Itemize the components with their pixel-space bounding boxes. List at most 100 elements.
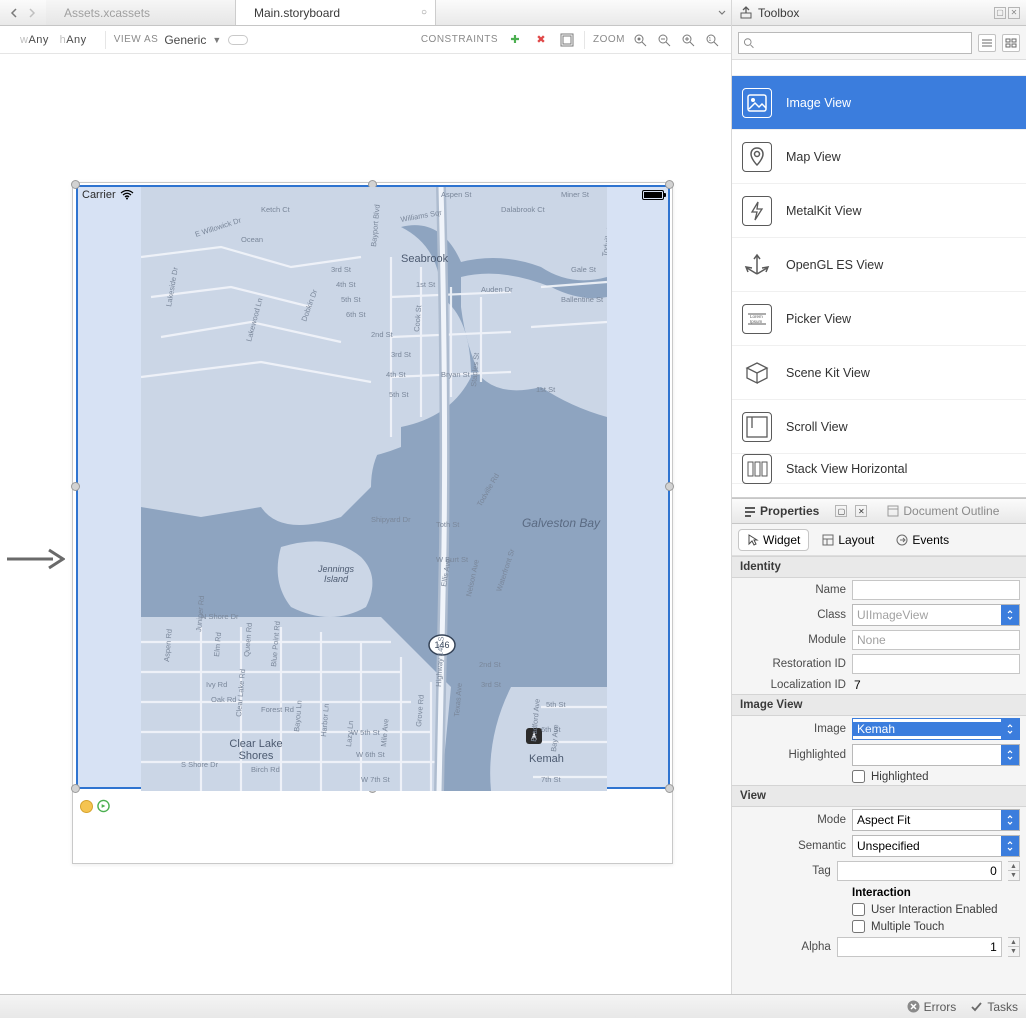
resize-handle[interactable] — [665, 482, 674, 491]
properties-tabs: Widget Layout Events — [732, 524, 1026, 556]
toolbox-item-label: MetalKit View — [786, 204, 862, 218]
resize-handle[interactable] — [71, 482, 80, 491]
toolbox-item-scenekit-view[interactable]: Scene Kit View — [732, 346, 1026, 400]
field-label: Module — [738, 634, 846, 646]
svg-text:5th St: 5th St — [389, 390, 410, 399]
svg-text:5th St: 5th St — [341, 295, 362, 304]
svg-text:Kemah: Kemah — [529, 753, 564, 765]
properties-header: Properties ▢ ✕ Document Outline — [732, 498, 1026, 524]
checkbox-label: Multiple Touch — [871, 921, 944, 933]
toolbox-item-picker-view[interactable]: LoremIpsum Picker View — [732, 292, 1026, 346]
scene-dock — [72, 790, 673, 822]
wifi-icon — [120, 190, 134, 200]
tag-input[interactable] — [837, 861, 1002, 881]
first-responder-icon[interactable] — [80, 800, 93, 813]
tab-events[interactable]: Events — [887, 529, 958, 551]
zoom-fit-icon[interactable] — [631, 31, 649, 49]
alpha-stepper[interactable]: ▲▼ — [1008, 937, 1020, 957]
tasks-button[interactable]: Tasks — [970, 1000, 1018, 1014]
toolbox-search[interactable] — [738, 32, 972, 54]
list-view-toggle[interactable] — [978, 34, 996, 52]
toolbox-item-stack-view-h[interactable]: Stack View Horizontal — [732, 454, 1026, 484]
tag-stepper[interactable]: ▲▼ — [1008, 861, 1020, 881]
svg-text:2nd St: 2nd St — [371, 330, 394, 339]
search-input[interactable] — [754, 36, 967, 50]
zoom-in-icon[interactable] — [679, 31, 697, 49]
alpha-input[interactable] — [837, 937, 1002, 957]
chevron-down-icon: ▼ — [212, 35, 221, 45]
document-outline-tab[interactable]: Document Outline — [881, 502, 1005, 520]
battery-icon — [642, 190, 664, 200]
initial-vc-arrow-icon — [5, 544, 65, 574]
editor-toolbar: wAny hAny VIEW AS Generic ▼ CONSTRAINTS … — [0, 26, 731, 54]
properties-body: Identity Name Class UIImageView Module — [732, 556, 1026, 994]
grid-view-toggle[interactable] — [1002, 34, 1020, 52]
identity-name-input[interactable] — [852, 580, 1020, 600]
svg-text:1st St: 1st St — [536, 385, 556, 394]
toolbox-item-label: Scene Kit View — [786, 366, 870, 380]
size-class-control[interactable]: wAny hAny — [10, 34, 97, 46]
section-view: View — [732, 785, 1026, 807]
multitouch-checkbox[interactable] — [852, 920, 865, 933]
svg-text:4th St: 4th St — [336, 280, 357, 289]
identity-module-input[interactable] — [852, 630, 1020, 650]
combo-arrow-icon[interactable] — [1001, 745, 1019, 765]
tab-widget[interactable]: Widget — [738, 529, 809, 551]
tab-overflow-button[interactable] — [713, 0, 731, 25]
toolbox-item-label: Picker View — [786, 312, 851, 326]
checkbox-label: User Interaction Enabled — [871, 904, 998, 916]
toolbox-item-label: Map View — [786, 150, 841, 164]
combo-arrow-icon[interactable] — [1001, 810, 1019, 830]
toolbox-item-map-view[interactable]: Map View — [732, 130, 1026, 184]
error-icon — [907, 1000, 920, 1013]
highlighted-checkbox[interactable] — [852, 770, 865, 783]
toolbox-item-metalkit-view[interactable]: MetalKit View — [732, 184, 1026, 238]
tab-close-icon[interactable]: ○ — [419, 8, 429, 18]
field-label: Name — [738, 584, 846, 596]
toolbox-item-partial[interactable] — [732, 60, 1026, 76]
combo-arrow-icon[interactable] — [1001, 605, 1019, 625]
nav-forward-button[interactable] — [24, 5, 40, 21]
identity-restoration-input[interactable] — [852, 654, 1020, 674]
image-combo[interactable]: Kemah — [852, 718, 1020, 740]
svg-text:Galveston Bay: Galveston Bay — [522, 516, 601, 530]
field-label: Mode — [738, 814, 846, 826]
embed-stack-icon[interactable] — [558, 31, 576, 49]
svg-text:4th St: 4th St — [386, 370, 407, 379]
toolbox-search-row — [732, 26, 1026, 60]
field-label: Class — [738, 609, 846, 621]
identity-class-combo[interactable]: UIImageView — [852, 604, 1020, 626]
semantic-combo[interactable]: Unspecified — [852, 835, 1020, 857]
combo-arrow-icon[interactable] — [1001, 719, 1019, 739]
image-view-selection[interactable]: Carrier — [76, 185, 670, 789]
toolbox-item-scroll-view[interactable]: Scroll View — [732, 400, 1026, 454]
trait-toggle[interactable] — [228, 35, 248, 45]
zoom-actual-icon[interactable]: 1 — [703, 31, 721, 49]
exit-icon[interactable] — [97, 800, 110, 813]
combo-arrow-icon[interactable] — [1001, 836, 1019, 856]
search-icon — [743, 37, 754, 49]
tab-main-storyboard[interactable]: Main.storyboard ○ — [236, 0, 436, 25]
panel-close-button[interactable]: ✕ — [855, 505, 867, 517]
panel-close-button[interactable]: ✕ — [1008, 7, 1020, 19]
highlighted-image-combo[interactable] — [852, 744, 1020, 766]
errors-button[interactable]: Errors — [907, 1000, 957, 1014]
remove-constraint-icon[interactable]: ✖ — [532, 31, 550, 49]
tab-layout[interactable]: Layout — [813, 529, 883, 551]
mode-combo[interactable]: Aspect Fit — [852, 809, 1020, 831]
add-constraint-icon[interactable]: ✚ — [506, 31, 524, 49]
field-label: Alpha — [738, 941, 831, 953]
uie-checkbox[interactable] — [852, 903, 865, 916]
toolbox-item-label: Stack View Horizontal — [786, 462, 907, 476]
view-as-control[interactable]: VIEW AS Generic ▼ — [114, 33, 248, 47]
storyboard-canvas[interactable]: Carrier — [0, 54, 731, 994]
tab-assets[interactable]: Assets.xcassets — [46, 0, 236, 25]
panel-undock-button[interactable]: ▢ — [835, 505, 847, 517]
toolbox-item-image-view[interactable]: Image View — [732, 76, 1026, 130]
status-bar: Errors Tasks — [0, 994, 1026, 1018]
zoom-out-icon[interactable] — [655, 31, 673, 49]
toolbox-item-opengl-view[interactable]: OpenGL ES View — [732, 238, 1026, 292]
panel-undock-button[interactable]: ▢ — [994, 7, 1006, 19]
nav-back-button[interactable] — [6, 5, 22, 21]
svg-text:Auden Dr: Auden Dr — [481, 285, 513, 294]
